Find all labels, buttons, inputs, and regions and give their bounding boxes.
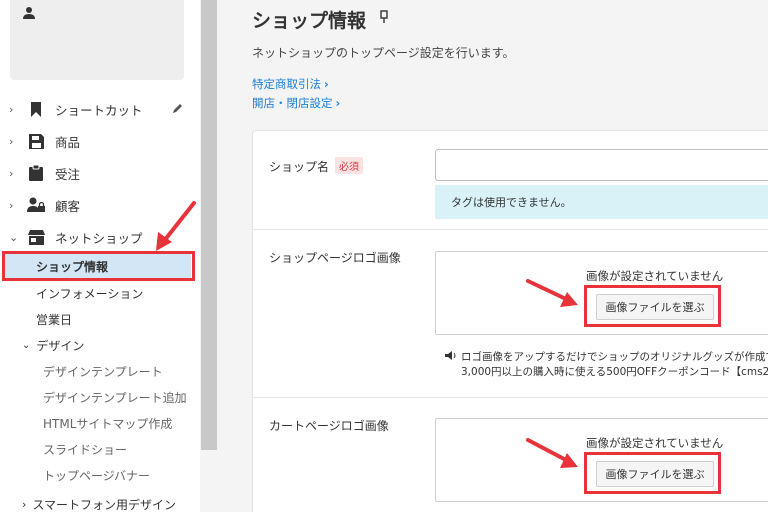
- store-icon: [27, 228, 45, 246]
- tag-notice: タグは使用できません。: [435, 185, 768, 219]
- sidebar-top-banner[interactable]: トップページバナー: [0, 463, 200, 487]
- link-label: 開店・閉店設定: [252, 96, 333, 110]
- sidebar-html-sitemap[interactable]: HTMLサイトマップ作成: [0, 411, 200, 435]
- divider: [253, 397, 768, 398]
- sidebar-item-label: 商品: [55, 134, 81, 150]
- pin-icon[interactable]: [378, 10, 390, 24]
- link-label: 特定商取引法: [252, 77, 321, 91]
- shop-logo-dropzone[interactable]: 画像が設定されていません 画像ファイルを選ぶ: [435, 251, 768, 335]
- highlight-box: [584, 452, 721, 494]
- cart-logo-dropzone[interactable]: 画像が設定されていません 画像ファイルを選ぶ: [435, 418, 768, 502]
- clipboard-icon: [27, 164, 45, 182]
- sidebar-item-products[interactable]: › 商品: [0, 128, 200, 154]
- shop-logo-label: ショップページロゴ画像: [269, 251, 401, 265]
- promo-line-2: 3,000円以上の購入時に使える500円OFFクーポンコード【cms22】詳: [461, 366, 768, 378]
- sidebar-subitem-label: デザイン: [36, 338, 85, 353]
- shop-info-form: ショップ名 必須 タグは使用できません。 ショップページロゴ画像 画像が設定されて…: [252, 130, 768, 512]
- sidebar-design-template-add[interactable]: デザインテンプレート追加: [0, 385, 200, 409]
- chevron-right-icon: ›: [324, 77, 329, 91]
- sidebar-slideshow[interactable]: スライドショー: [0, 437, 200, 461]
- no-image-text: 画像が設定されていません: [586, 269, 724, 283]
- main-content: ショップ情報 ネットショップのトップページ設定を行います。 特定商取引法 › 開店…: [218, 0, 768, 512]
- sidebar-design-template[interactable]: デザインテンプレート: [0, 359, 200, 383]
- page-title: ショップ情報: [252, 10, 367, 32]
- sidebar-item-netshop[interactable]: ⌄ ネットショップ: [0, 224, 200, 250]
- chevron-right-icon: ›: [9, 166, 14, 180]
- sidebar: › ショートカット › 商品 › 受注 › 顧客 ⌄ ネットショップ ショップ情…: [0, 0, 200, 512]
- highlight-box: [2, 251, 195, 281]
- promo-text: ロゴ画像をアップするだけでショップのオリジナルグッズが作成できま 3,000円以…: [445, 350, 768, 380]
- sidebar-subitem-label: スマートフォン用デザイン: [32, 497, 177, 512]
- sidebar-subitem-smartphone-design[interactable]: › スマートフォン用デザイン: [0, 492, 200, 512]
- link-open-close[interactable]: 開店・閉店設定 ›: [252, 95, 340, 111]
- sidebar-item-label: ネットショップ: [55, 230, 143, 246]
- no-image-text: 画像が設定されていません: [586, 436, 724, 450]
- chevron-right-icon: ›: [9, 134, 14, 148]
- chevron-right-icon: ›: [9, 102, 14, 116]
- shop-name-label: ショップ名 必須: [269, 157, 364, 175]
- page-description: ネットショップのトップページ設定を行います。: [252, 46, 515, 60]
- sidebar-item-shortcut[interactable]: › ショートカット: [0, 96, 200, 122]
- chevron-down-icon: ⌄: [9, 230, 19, 244]
- promo-line-1-text: ロゴ画像をアップするだけでショップのオリジナルグッズが作成できま: [461, 351, 768, 363]
- user-icon: [23, 7, 35, 19]
- sidebar-item-label: 顧客: [55, 198, 81, 214]
- chevron-down-icon: ⌄: [22, 339, 31, 351]
- required-badge: 必須: [335, 157, 364, 174]
- link-tokusho[interactable]: 特定商取引法 ›: [252, 76, 329, 92]
- sidebar-item-label: ショートカット: [55, 102, 143, 118]
- chevron-right-icon: ›: [9, 198, 14, 212]
- chevron-right-icon: ›: [335, 96, 341, 110]
- sidebar-item-customers[interactable]: › 顧客: [0, 192, 200, 218]
- user-lock-icon: [27, 196, 45, 214]
- sidebar-item-label: 受注: [55, 166, 81, 182]
- sidebar-item-orders[interactable]: › 受注: [0, 160, 200, 186]
- user-panel: [10, 0, 184, 80]
- sidebar-subitem-information[interactable]: インフォメーション: [0, 281, 200, 305]
- sidebar-subitem-business-days[interactable]: 営業日: [0, 307, 200, 331]
- divider: [253, 229, 768, 230]
- shop-name-label-text: ショップ名: [269, 160, 330, 174]
- sidebar-subitem-design[interactable]: ⌄ デザイン: [0, 333, 200, 357]
- sidebar-scrollbar[interactable]: [201, 0, 217, 450]
- save-icon: [27, 132, 45, 150]
- shop-name-input[interactable]: [435, 149, 768, 181]
- speaker-icon: [445, 351, 456, 360]
- chevron-right-icon: ›: [22, 497, 27, 511]
- cart-logo-label: カートページロゴ画像: [269, 419, 389, 433]
- promo-line-1: ロゴ画像をアップするだけでショップのオリジナルグッズが作成できま: [445, 350, 768, 365]
- pencil-icon[interactable]: [172, 102, 183, 117]
- highlight-box: [584, 285, 721, 327]
- bookmark-icon: [27, 100, 45, 118]
